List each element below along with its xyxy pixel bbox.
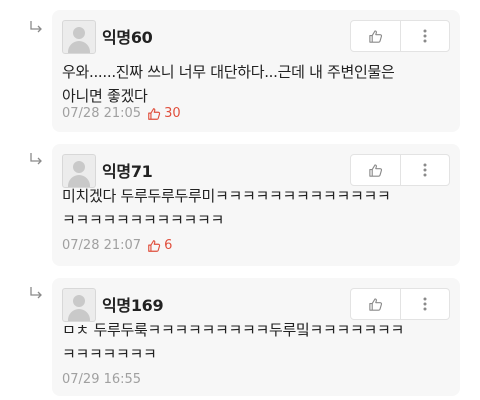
more-vertical-icon	[423, 297, 427, 311]
comment-author: 익명60	[102, 28, 153, 47]
comment-timestamp: 07/28 21:07	[62, 238, 142, 253]
comment-author: 익명71	[102, 162, 153, 181]
comment-timestamp: 07/29 16:55	[62, 372, 142, 387]
comment-actions	[350, 288, 450, 320]
thumbs-up-icon	[148, 107, 161, 120]
reply-arrow-icon	[30, 287, 42, 299]
comment-text-line: ㅁㅊ 두루두룩ㅋㅋㅋㅋㅋㅋㅋㅋㅋ두루밐ㅋㅋㅋㅋㅋㅋㅋ	[62, 321, 404, 339]
default-avatar-icon[interactable]	[62, 288, 96, 322]
comment-text-line: ㅋㅋㅋㅋㅋㅋㅋㅋㅋㅋㅋㅋ	[62, 211, 225, 229]
reply-arrow-icon	[30, 21, 42, 33]
like-count-value: 6	[164, 238, 173, 253]
comment-meta: 07/28 21:07 6	[62, 238, 172, 253]
more-vertical-icon	[423, 163, 427, 177]
comment-card: 익명169 ㅁㅊ 두루두룩ㅋㅋㅋㅋㅋㅋㅋㅋㅋ두루밐ㅋㅋㅋㅋㅋㅋㅋ ㅋㅋㅋㅋㅋㅋㅋ…	[52, 278, 460, 396]
default-avatar-icon[interactable]	[62, 154, 96, 188]
like-button[interactable]	[351, 289, 400, 319]
comment-timestamp: 07/28 21:05	[62, 106, 142, 121]
thumbs-up-icon	[369, 297, 382, 311]
default-avatar-icon[interactable]	[62, 20, 96, 54]
comment-text-line: 아니면 좋겠다	[62, 87, 148, 105]
comment-meta: 07/28 21:05 30	[62, 106, 181, 121]
like-count: 30	[147, 106, 181, 121]
thumbs-up-icon	[369, 29, 382, 43]
like-count: 6	[147, 238, 172, 253]
reply-arrow-icon	[30, 153, 42, 165]
thumbs-up-icon	[369, 163, 382, 177]
more-options-button[interactable]	[399, 21, 450, 51]
like-button[interactable]	[351, 21, 400, 51]
like-count-value: 30	[164, 106, 181, 121]
more-options-button[interactable]	[399, 289, 450, 319]
more-vertical-icon	[423, 29, 427, 43]
comment-text-line: 우와......진짜 쓰니 너무 대단하다...근데 내 주변인물은	[62, 63, 395, 81]
like-button[interactable]	[351, 155, 400, 185]
comment-meta: 07/29 16:55	[62, 372, 141, 387]
thumbs-up-icon	[148, 239, 161, 252]
comment-card: 익명60 우와......진짜 쓰니 너무 대단하다...근데 내 주변인물은 …	[52, 10, 460, 132]
comment-author: 익명169	[102, 296, 164, 315]
comment-card: 익명71 미치겠다 두루두루두루미ㅋㅋㅋㅋㅋㅋㅋㅋㅋㅋㅋㅋㅋ ㅋㅋㅋㅋㅋㅋㅋㅋㅋ…	[52, 144, 460, 266]
comment-text-line: 미치겠다 두루두루두루미ㅋㅋㅋㅋㅋㅋㅋㅋㅋㅋㅋㅋㅋ	[62, 187, 391, 205]
comment-actions	[350, 20, 450, 52]
more-options-button[interactable]	[399, 155, 450, 185]
comment-actions	[350, 154, 450, 186]
comment-text-line: ㅋㅋㅋㅋㅋㅋㅋ	[62, 345, 157, 363]
